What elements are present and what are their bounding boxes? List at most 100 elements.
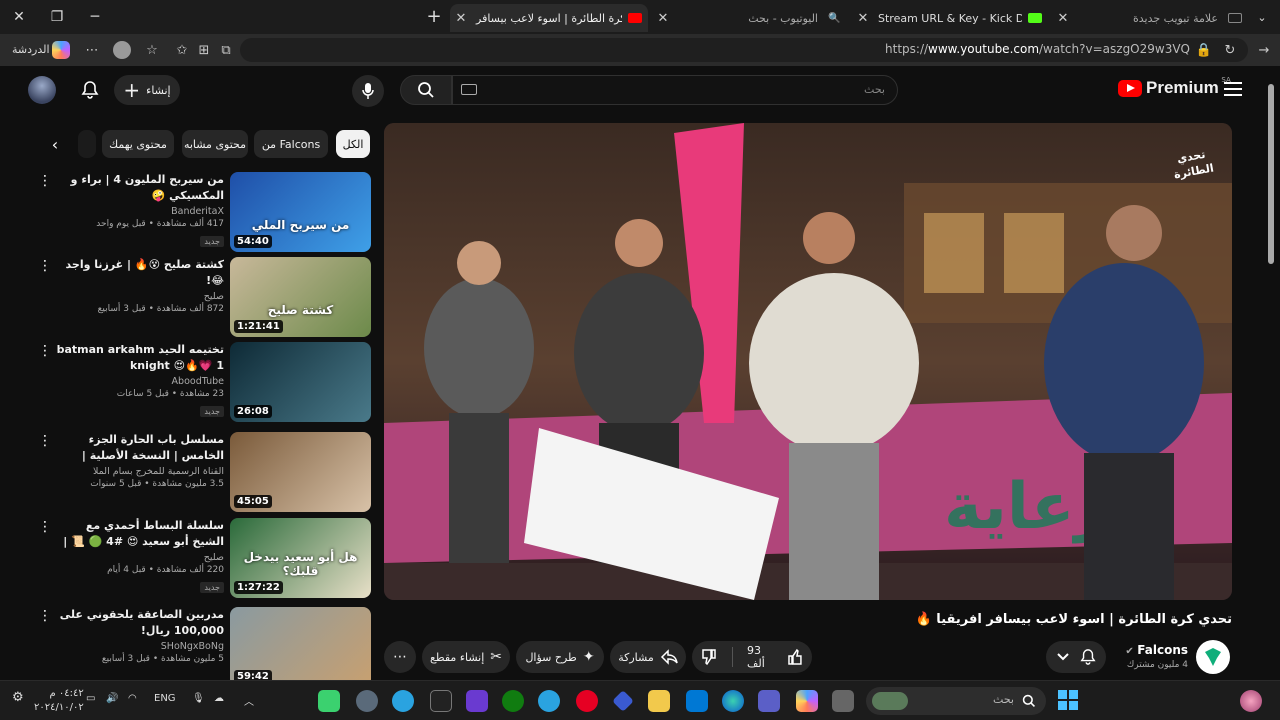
tab-list-chevron-icon[interactable]: ⌄ — [1244, 0, 1280, 34]
scrollbar-thumb[interactable] — [1268, 84, 1274, 264]
like-button[interactable]: 93 ألف — [739, 644, 812, 670]
app-icon-5[interactable] — [466, 690, 488, 712]
more-actions-button[interactable]: ⋯ — [384, 641, 416, 673]
xbox-icon[interactable] — [502, 690, 524, 712]
recommendation-channel[interactable]: صليح — [54, 291, 224, 302]
telegram-2-icon[interactable] — [538, 690, 560, 712]
kebab-menu-icon[interactable]: ⋮ — [38, 174, 52, 190]
page-scrollbar[interactable] — [1266, 66, 1276, 680]
close-tab-icon[interactable]: ✕ — [1052, 11, 1074, 26]
search-button[interactable] — [400, 75, 452, 105]
volume-icon[interactable]: 🔊 — [106, 693, 118, 704]
file-explorer-icon[interactable] — [648, 690, 670, 712]
recommendation-title[interactable]: مسلسل باب الحارة الجزء الخامس | النسخة ا… — [54, 432, 224, 464]
channel-name[interactable]: ✔ Falcons — [1125, 643, 1188, 657]
recommendation-thumbnail[interactable]: 26:08 — [230, 342, 371, 422]
recommendation-channel[interactable]: SHoNgxBoNg — [54, 641, 224, 652]
chip-from-channel[interactable]: من Falcons — [254, 130, 328, 158]
close-tab-icon[interactable]: ✕ — [652, 11, 674, 26]
video-player[interactable]: برعاية تحدي الطائرة — [384, 123, 1232, 600]
user-profile-icon[interactable] — [1240, 690, 1262, 712]
address-field[interactable]: ✩ ⊞ ⧉ https://www.youtube.com/watch?v=as… — [177, 38, 1248, 62]
recommendation-item[interactable]: ⋮ مسلسل باب الحارة الجزء الخامس | النسخة… — [34, 432, 372, 512]
chips-next-button[interactable]: ‹ — [40, 130, 70, 158]
clock[interactable]: ٠٤:٤٢ م ٢٠٢٤/١٠/٠٢ — [34, 687, 84, 715]
voice-search-button[interactable] — [352, 75, 384, 107]
ask-button[interactable]: طرح سؤال ✦ — [516, 641, 604, 673]
language-indicator[interactable]: ENG — [154, 693, 176, 704]
app-icon-1[interactable] — [318, 690, 340, 712]
maximize-window-icon[interactable]: ❐ — [38, 0, 76, 34]
battery-icon[interactable]: ▭ — [86, 693, 95, 704]
split-screen-icon[interactable]: ⊞ — [194, 40, 214, 60]
search-input[interactable]: بحث — [452, 75, 898, 105]
edge-icon[interactable] — [722, 690, 744, 712]
tab-youtube-video[interactable]: ✕ تحدي كرة الطائرة | اسوء لاعب بيسافر — [450, 4, 648, 32]
keyboard-icon[interactable] — [461, 84, 477, 95]
share-button[interactable]: مشاركة — [610, 641, 686, 673]
favorites-icon[interactable]: ☆ — [142, 40, 162, 60]
recommendation-item[interactable]: ⋮ من سيربح المليون 4 | براء و المكسيكي 🤪… — [34, 172, 372, 252]
youtube-logo[interactable]: Premium SA — [1118, 76, 1231, 98]
minimize-window-icon[interactable]: ─ — [76, 0, 114, 34]
app-icon-15[interactable] — [832, 690, 854, 712]
recommendation-channel[interactable]: صليح — [54, 552, 224, 563]
recommendation-title[interactable]: من سيربح المليون 4 | براء و المكسيكي 🤪 — [54, 172, 224, 204]
recommendation-item[interactable]: ⋮ مدربين الصاعقة يلحقوني على 100,000 ريا… — [34, 607, 372, 687]
kebab-menu-icon[interactable]: ⋮ — [38, 520, 52, 536]
profile-icon[interactable] — [112, 40, 132, 60]
recommendation-item[interactable]: ⋮ سلسلة البساط أحمدي مع الشيخ أبو سعيد 😍… — [34, 518, 372, 598]
clip-button[interactable]: إنشاء مقطع ✂ — [422, 641, 510, 673]
collections-icon[interactable]: ✩ — [172, 40, 192, 60]
recommendation-title[interactable]: مدربين الصاعقة يلحقوني على 100,000 ريال! — [54, 607, 224, 639]
kebab-menu-icon[interactable]: ⋮ — [38, 259, 52, 275]
chip-more[interactable] — [78, 130, 96, 158]
recommendation-title[interactable]: كشتة صليح 😵🔥 | غرزنا واجد 😂! — [54, 257, 224, 289]
teams-icon[interactable] — [758, 690, 780, 712]
chevron-up-icon[interactable]: ︿ — [244, 693, 254, 708]
extensions-icon[interactable]: ⧉ — [216, 40, 236, 60]
refresh-icon[interactable]: ↻ — [1220, 40, 1240, 60]
recommendation-thumbnail[interactable]: 45:05 — [230, 432, 371, 512]
account-avatar[interactable] — [28, 76, 56, 104]
more-options-icon[interactable]: ⋯ — [82, 40, 102, 60]
recommendation-thumbnail[interactable]: كشتة صليح 1:21:41 — [230, 257, 371, 337]
new-tab-button[interactable]: + — [424, 4, 444, 30]
wifi-icon[interactable]: ◠ — [128, 693, 137, 704]
notifications-button[interactable] — [78, 78, 102, 102]
create-button[interactable]: + إنشاء — [114, 75, 180, 105]
kebab-menu-icon[interactable]: ⋮ — [38, 344, 52, 360]
start-button[interactable] — [1058, 690, 1078, 710]
copilot-taskbar-icon[interactable] — [796, 690, 818, 712]
tab-kick-dashboard[interactable]: ✕ Stream URL & Key - Kick Dashboard — [852, 4, 1048, 32]
recommendation-item[interactable]: ⋮ كشتة صليح 😵🔥 | غرزنا واجد 😂! صليح 872 … — [34, 257, 372, 337]
pinterest-icon[interactable] — [576, 690, 598, 712]
onedrive-icon[interactable]: ☁ — [214, 693, 224, 704]
recommendation-thumbnail[interactable]: 59:42 — [230, 607, 371, 687]
recommendation-thumbnail[interactable]: هل أبو سعيد بيدخل قلبك؟ 1:27:22 — [230, 518, 371, 598]
recommendation-item[interactable]: ⋮ تختيمه الحيد batman arkahm knight 😍🔥💗 … — [34, 342, 372, 422]
forward-icon[interactable]: → — [1254, 40, 1274, 60]
dislike-button[interactable] — [692, 648, 726, 666]
tab-new[interactable]: ✕ علامة تبويب جديدة — [1052, 4, 1248, 32]
chip-for-you[interactable]: محتوى يهمك — [102, 130, 174, 158]
channel-avatar[interactable] — [1196, 640, 1230, 674]
taskbar-search[interactable]: بحث — [866, 687, 1046, 715]
settings-tray-icon[interactable]: ⚙ — [12, 690, 24, 705]
close-tab-icon[interactable]: ✕ — [852, 11, 874, 26]
recommendation-channel[interactable]: BanderitaX — [54, 206, 224, 217]
recommendation-channel[interactable]: AboodTube — [54, 376, 224, 387]
tab-youtube-search[interactable]: ✕ اليوتيوب - بحث 🔍 — [652, 4, 848, 32]
kebab-menu-icon[interactable]: ⋮ — [38, 434, 52, 450]
chat-label[interactable]: الدردشة — [12, 43, 50, 56]
store-icon[interactable] — [686, 690, 708, 712]
kebab-menu-icon[interactable]: ⋮ — [38, 609, 52, 625]
telegram-icon[interactable] — [392, 690, 414, 712]
copilot-icon[interactable] — [52, 41, 70, 59]
mic-tray-icon[interactable]: 🎙 — [192, 693, 205, 704]
menu-icon[interactable] — [1224, 82, 1242, 96]
chip-all[interactable]: الكل — [336, 130, 370, 158]
subscription-bell-button[interactable] — [1046, 641, 1106, 673]
recommendation-title[interactable]: تختيمه الحيد batman arkahm knight 😍🔥💗 1 — [54, 342, 224, 374]
close-tab-icon[interactable]: ✕ — [450, 11, 472, 26]
